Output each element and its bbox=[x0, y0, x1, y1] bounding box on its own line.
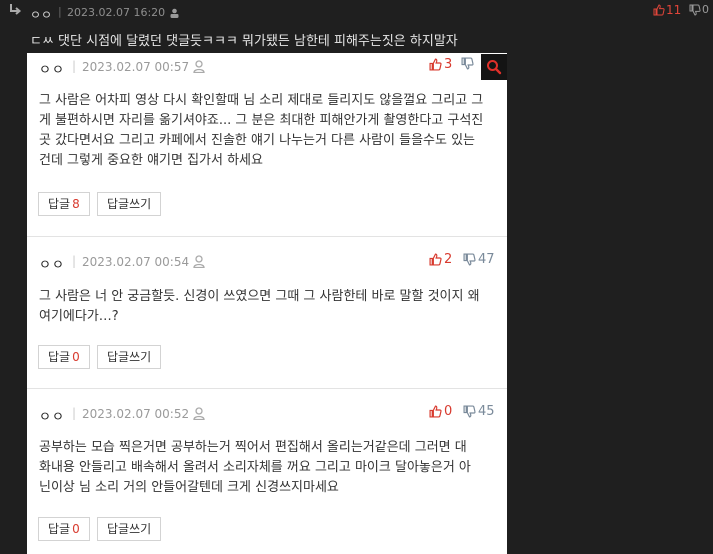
comment-line: 곳 갔다면서요 그리고 카페에서 진솔한 얘기 나누는거 다른 사람이 들을수도… bbox=[39, 133, 476, 148]
downvote-count: 45 bbox=[478, 404, 495, 419]
user-icon bbox=[193, 255, 205, 268]
thumbs-up-icon bbox=[653, 4, 665, 16]
reply-list-button[interactable]: 답글 0 bbox=[38, 345, 90, 369]
thumbs-up-icon bbox=[429, 58, 442, 71]
upvote-count: 0 bbox=[444, 404, 453, 419]
nickname[interactable]: ㅇㅇ bbox=[39, 254, 65, 273]
thumbs-down-icon bbox=[689, 4, 701, 16]
comment-line: 게 불편하시면 자리를 옮기셔야죠... 그 분은 최대한 피해안가게 촬영한다… bbox=[39, 113, 484, 128]
separator: | bbox=[72, 406, 77, 420]
comment-line: 건데 그렇게 중요한 얘기면 집가서 하세요 bbox=[39, 153, 263, 168]
user-icon bbox=[170, 8, 179, 18]
upvote-button[interactable]: 3 bbox=[429, 57, 452, 72]
reply-comment: ㅇㅇ | 2023.02.07 00:52 0 45 공부하는 모습 찍은거면 … bbox=[27, 388, 507, 554]
thumbs-down-icon bbox=[463, 253, 476, 266]
search-button[interactable] bbox=[481, 54, 507, 80]
comment-date: 2023.02.07 00:52 bbox=[82, 407, 190, 421]
upvote-count: 2 bbox=[444, 252, 453, 267]
reply-list-button[interactable]: 답글 8 bbox=[38, 192, 90, 216]
downvote-button[interactable]: 47 bbox=[463, 252, 495, 267]
comment-text: 그 사람은 너 안 궁금할듯. 신경이 쓰였으면 그때 그 사람한테 바로 말할… bbox=[39, 287, 499, 327]
comment-date: 2023.02.07 00:57 bbox=[82, 60, 190, 74]
comment-line: 닌이상 님 소리 거의 안들어갈텐데 크게 신경쓰지마세요 bbox=[39, 480, 339, 495]
reply-label: 답글 bbox=[48, 522, 71, 536]
nickname[interactable]: ㅇㅇ bbox=[39, 59, 65, 78]
comment-text: 공부하는 모습 찍은거면 공부하는거 찍어서 편집해서 올리는거같은데 그러면 … bbox=[39, 438, 499, 498]
write-reply-button[interactable]: 답글쓰기 bbox=[97, 517, 162, 541]
write-reply-button[interactable]: 답글쓰기 bbox=[97, 345, 162, 369]
write-reply-button[interactable]: 답글쓰기 bbox=[97, 192, 162, 216]
reply-comment: ㅇㅇ | 2023.02.07 00:57 3 그 사람은 어차피 영상 다시 … bbox=[27, 53, 507, 237]
comment-line: 그 사람은 어차피 영상 다시 확인할때 님 소리 제대로 들리지도 않을껄요 … bbox=[39, 93, 484, 108]
reply-label: 답글 bbox=[48, 350, 71, 364]
thumbs-up-icon bbox=[429, 253, 442, 266]
reply-label: 답글 bbox=[48, 197, 71, 211]
comment-line: 여기에다가…? bbox=[39, 309, 119, 324]
reply-arrow-icon bbox=[10, 4, 22, 15]
nickname[interactable]: ㅇㅇ bbox=[39, 406, 65, 425]
reply-count: 0 bbox=[72, 522, 80, 536]
thumbs-down-icon bbox=[461, 57, 474, 70]
nickname[interactable]: ㅇㅇ bbox=[30, 6, 52, 23]
comment-line: 공부하는 모습 찍은거면 공부하는거 찍어서 편집해서 올리는거같은데 그러면 … bbox=[39, 440, 467, 455]
comment-date: 2023.02.07 16:20 bbox=[67, 6, 166, 19]
downvote-button[interactable] bbox=[461, 57, 476, 70]
user-icon bbox=[193, 407, 205, 420]
upvote-button[interactable]: 11 bbox=[653, 3, 681, 17]
comment-text: ㄷㅆ 댓단 시점에 달렸던 댓글듯ㅋㅋㅋ 뭐가됐든 남한테 피해주는짓은 하지말… bbox=[30, 34, 458, 49]
comment-text: 그 사람은 어차피 영상 다시 확인할때 님 소리 제대로 들리지도 않을껄요 … bbox=[39, 91, 499, 171]
reply-comment: ㅇㅇ | 2023.02.07 00:54 2 47 그 사람은 너 안 궁금할… bbox=[27, 236, 507, 389]
downvote-button[interactable]: 45 bbox=[463, 404, 495, 419]
downvote-count: 47 bbox=[478, 252, 495, 267]
comment-date: 2023.02.07 00:54 bbox=[82, 255, 190, 269]
upvote-count: 3 bbox=[444, 57, 453, 72]
downvote-button[interactable]: 0 bbox=[689, 3, 709, 16]
parent-comment: ㅇㅇ | 2023.02.07 16:20 11 0 ㄷㅆ 댓단 시점에 달렸던… bbox=[0, 0, 713, 49]
replies-panel: ㅇㅇ | 2023.02.07 00:57 3 그 사람은 어차피 영상 다시 … bbox=[27, 53, 507, 554]
user-icon bbox=[193, 60, 205, 73]
thumbs-up-icon bbox=[429, 405, 442, 418]
comment-line: 그 사람은 너 안 궁금할듯. 신경이 쓰였으면 그때 그 사람한테 바로 말할… bbox=[39, 289, 480, 304]
upvote-button[interactable]: 2 bbox=[429, 252, 452, 267]
separator: | bbox=[58, 5, 62, 18]
reply-list-button[interactable]: 답글 0 bbox=[38, 517, 90, 541]
separator: | bbox=[72, 59, 77, 73]
upvote-count: 11 bbox=[666, 3, 682, 17]
upvote-button[interactable]: 0 bbox=[429, 404, 452, 419]
comment-line: 화내용 안들리고 배속해서 올려서 소리자체를 꺼요 그리고 마이크 달아놓은거… bbox=[39, 460, 471, 475]
thumbs-down-icon bbox=[463, 405, 476, 418]
search-icon bbox=[487, 60, 502, 75]
downvote-count: 0 bbox=[702, 3, 709, 16]
separator: | bbox=[72, 254, 77, 268]
reply-count: 8 bbox=[72, 197, 80, 211]
reply-count: 0 bbox=[72, 350, 80, 364]
